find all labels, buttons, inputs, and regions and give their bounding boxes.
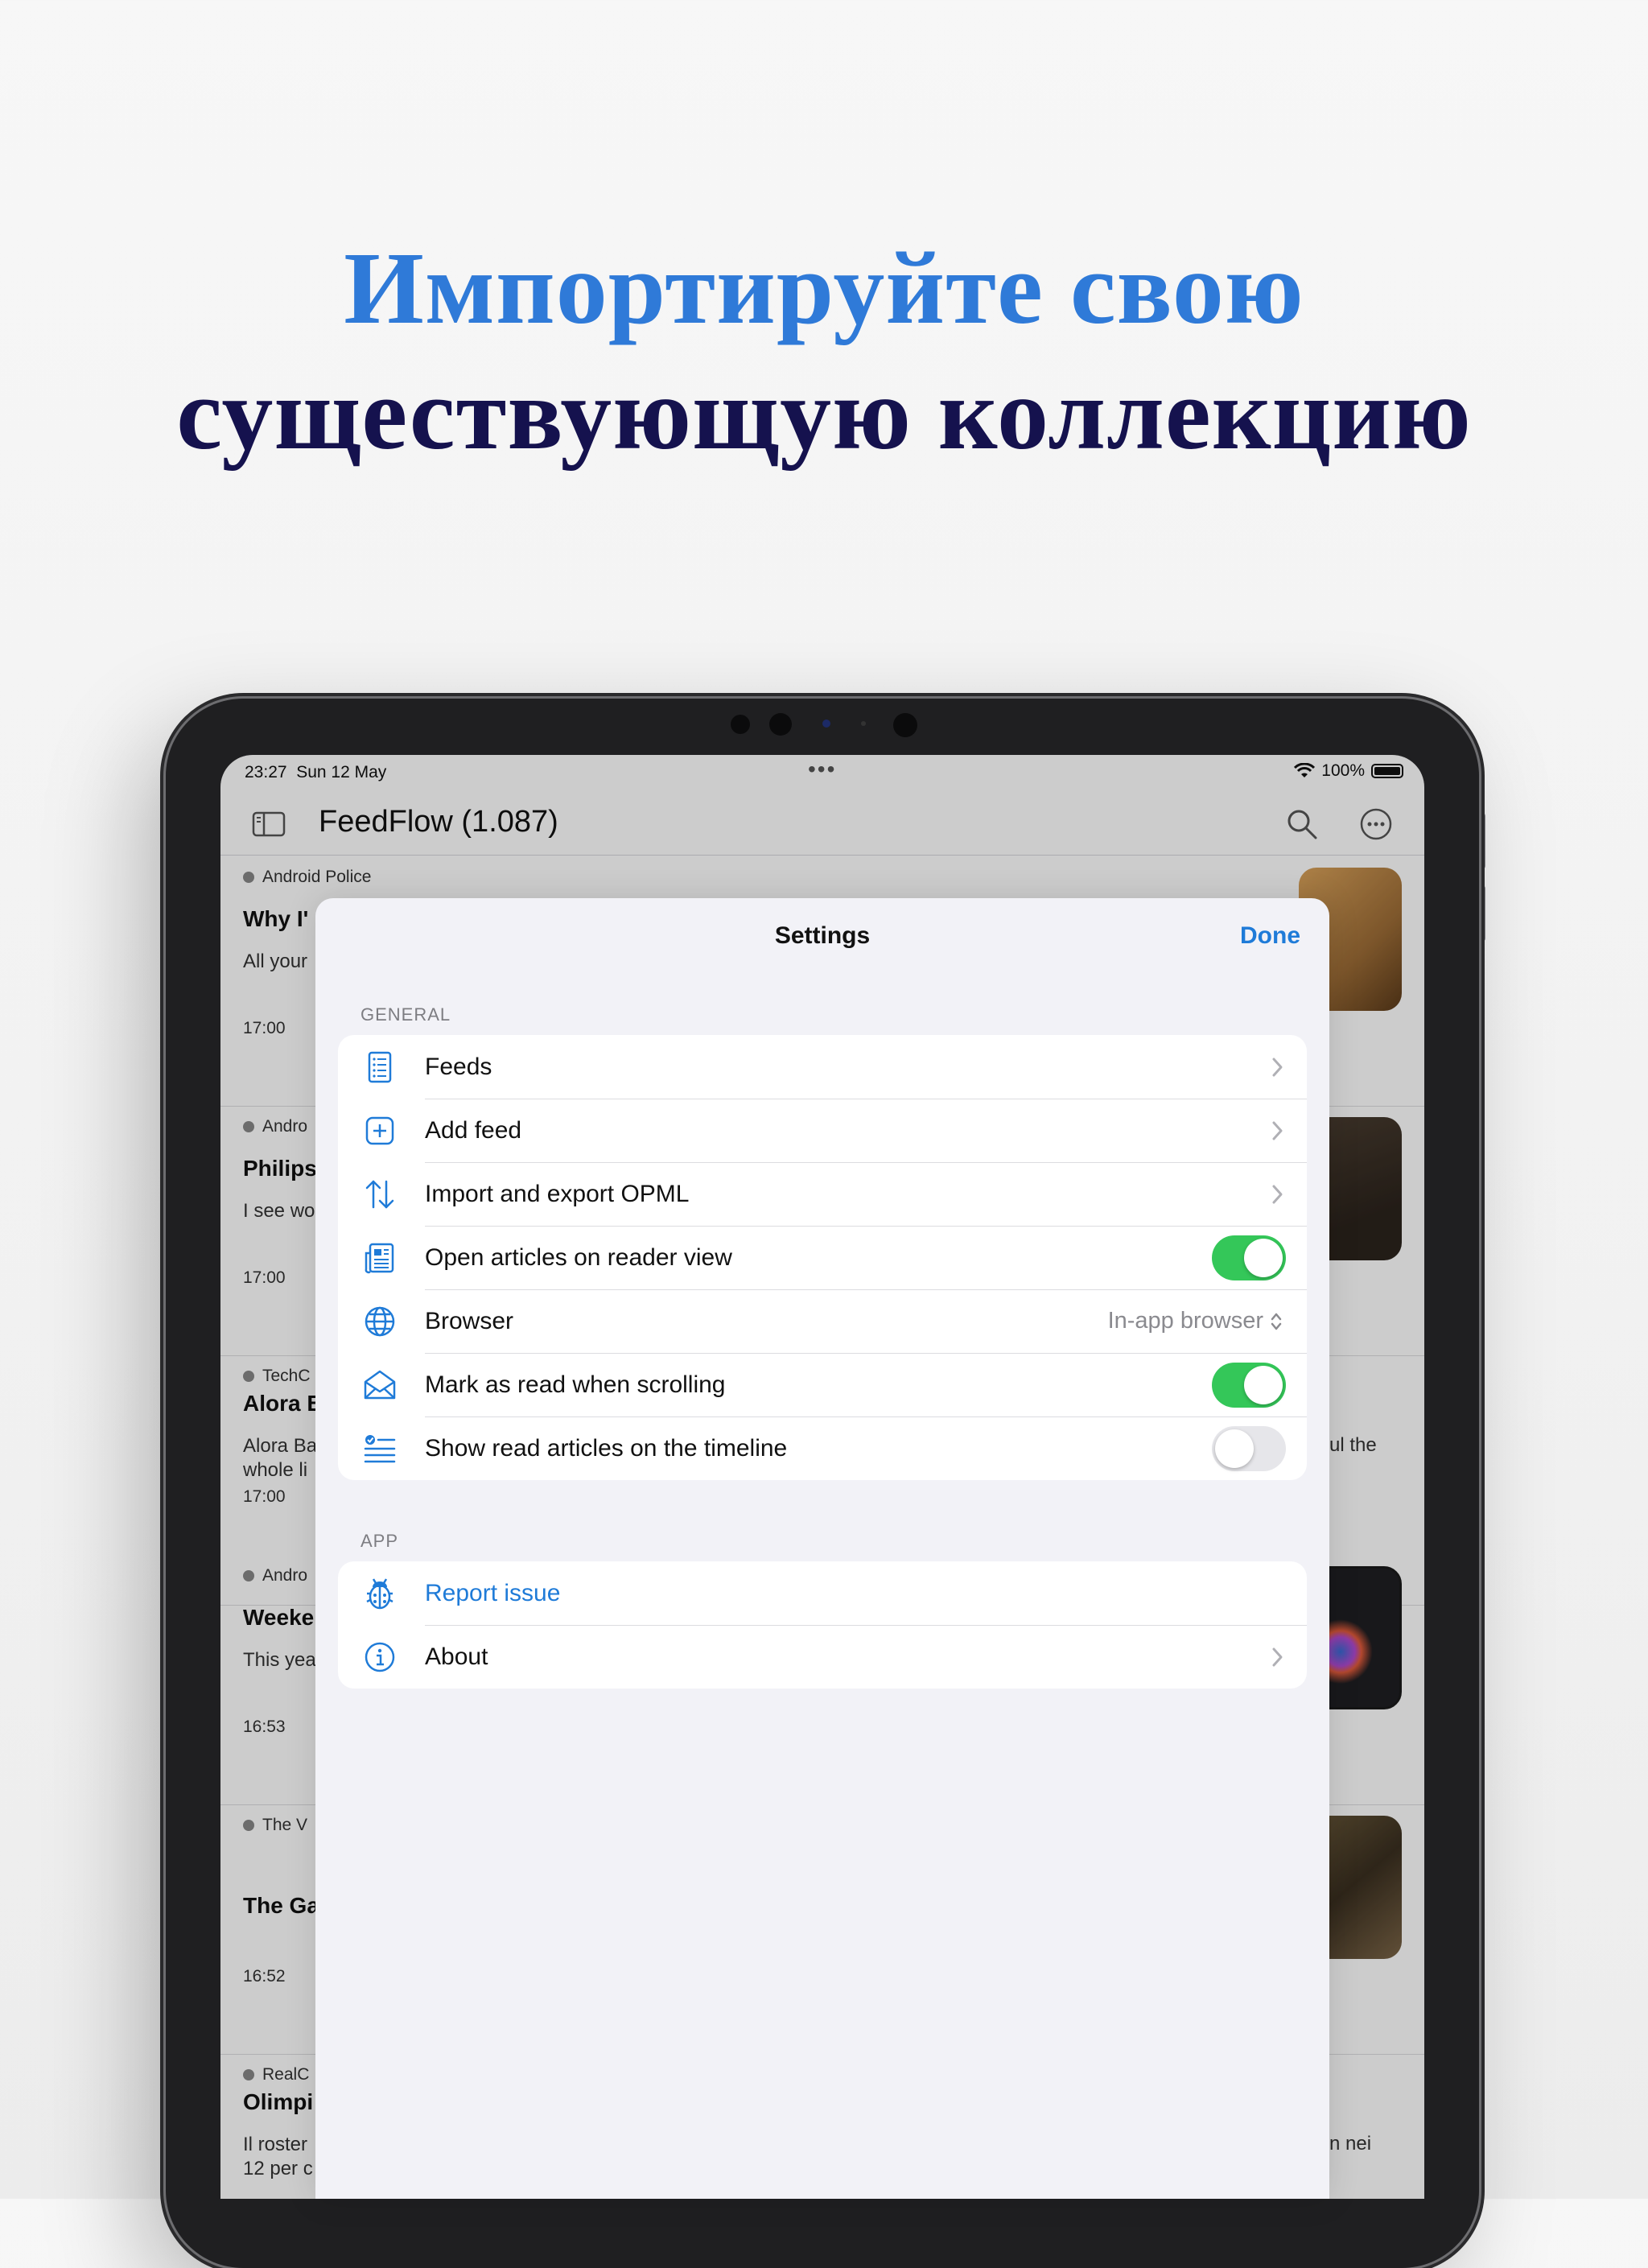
general-settings-group: Feeds Add feed Import and export OPML Op… <box>338 1035 1307 1480</box>
device-volume-down <box>1479 885 1485 942</box>
setting-mark-read-scrolling[interactable]: Mark as read when scrolling <box>338 1353 1307 1416</box>
setting-browser[interactable]: Browser In-app browser <box>338 1289 1307 1353</box>
chevron-right-icon <box>1272 1121 1283 1140</box>
feed-title: The Ga <box>243 1893 319 1918</box>
setting-feeds[interactable]: Feeds <box>338 1035 1307 1099</box>
done-button[interactable]: Done <box>1240 922 1300 950</box>
status-bar: 23:27 Sun 12 May ••• 100% <box>220 755 1424 790</box>
feed-title: Weeke <box>243 1605 315 1630</box>
setting-show-read-articles[interactable]: Show read articles on the timeline <box>338 1416 1307 1480</box>
setting-label: Browser <box>425 1307 514 1334</box>
setting-label: Add feed <box>425 1116 522 1144</box>
feed-source: Andro <box>262 1566 308 1585</box>
feed-description-tail: n nei <box>1329 2133 1372 2155</box>
app-navbar: FeedFlow (1.087) <box>220 790 1424 856</box>
browser-select-value: In-app browser <box>1107 1308 1263 1334</box>
settings-title: Settings <box>774 922 871 949</box>
toggle-knob <box>1215 1429 1254 1468</box>
setting-label: Mark as read when scrolling <box>425 1371 726 1398</box>
info-icon <box>365 1642 395 1672</box>
feed-source: Android Police <box>262 868 372 886</box>
chevron-up-down-icon <box>1271 1313 1282 1330</box>
newspaper-icon <box>365 1243 394 1274</box>
ladybug-icon <box>366 1578 393 1610</box>
checklist-icon <box>364 1435 396 1463</box>
feed-description-tail: ul the <box>1329 1434 1377 1456</box>
section-label-app: APP <box>360 1531 399 1551</box>
source-dot <box>243 1820 254 1831</box>
feed-time: 17:00 <box>243 1268 286 1287</box>
plus-square-icon <box>365 1116 394 1145</box>
setting-add-feed[interactable]: Add feed <box>338 1099 1307 1162</box>
setting-label: Report issue <box>425 1579 561 1606</box>
device-volume-up <box>1479 813 1485 869</box>
sidebar-toggle-icon[interactable] <box>251 806 286 842</box>
browser-select[interactable]: In-app browser <box>1108 1308 1283 1334</box>
source-dot <box>243 2069 254 2080</box>
toggle-knob <box>1244 1366 1283 1404</box>
envelope-open-icon <box>364 1370 396 1400</box>
wifi-icon <box>1294 763 1316 777</box>
marketing-headline: Импортируйте свою существующую коллекцию <box>0 225 1648 476</box>
search-icon[interactable] <box>1284 806 1320 842</box>
status-time: 23:27 <box>245 763 287 781</box>
battery-icon <box>1371 764 1403 778</box>
globe-icon <box>365 1306 395 1337</box>
app-settings-group: Report issue About <box>338 1561 1307 1689</box>
feed-source: TechC <box>262 1367 311 1385</box>
arrows-up-down-icon <box>365 1180 394 1209</box>
setting-label: Show read articles on the timeline <box>425 1434 788 1462</box>
source-dot <box>243 1371 254 1382</box>
list-icon <box>368 1051 392 1083</box>
status-date: Sun 12 May <box>296 763 387 781</box>
setting-reader-view[interactable]: Open articles on reader view <box>338 1226 1307 1289</box>
setting-label: About <box>425 1643 488 1670</box>
source-dot <box>243 1121 254 1132</box>
feed-title: Alora B <box>243 1391 323 1416</box>
feed-title: Why I' <box>243 906 309 931</box>
feed-source: The V <box>262 1816 308 1834</box>
chevron-right-icon <box>1272 1058 1283 1077</box>
camera-sensor <box>893 713 917 737</box>
app-title: FeedFlow (1.087) <box>319 805 558 839</box>
setting-label: Feeds <box>425 1053 492 1080</box>
feed-title: Olimpi <box>243 2089 314 2114</box>
feed-time: 16:52 <box>243 1967 286 1986</box>
more-options-icon[interactable] <box>1358 806 1394 842</box>
camera-sensor <box>769 713 792 736</box>
camera-lens <box>822 720 830 728</box>
source-dot <box>243 872 254 883</box>
feed-time: 16:53 <box>243 1717 286 1736</box>
camera-sensor <box>731 715 750 734</box>
battery-percent: 100% <box>1321 761 1365 780</box>
headline-line-1: Импортируйте свою <box>344 231 1304 345</box>
camera-dot <box>861 721 866 726</box>
headline-line-2: существующую коллекцию <box>176 357 1472 471</box>
show-read-articles-toggle[interactable] <box>1212 1426 1286 1471</box>
setting-import-export-opml[interactable]: Import and export OPML <box>338 1162 1307 1226</box>
setting-report-issue[interactable]: Report issue <box>338 1561 1307 1625</box>
source-dot <box>243 1570 254 1581</box>
toggle-knob <box>1244 1239 1283 1277</box>
feed-time: 17:00 <box>243 1487 286 1506</box>
chevron-right-icon <box>1272 1185 1283 1204</box>
reader-view-toggle[interactable] <box>1212 1235 1286 1280</box>
feed-title: Philips <box>243 1156 317 1181</box>
feed-time: 17:00 <box>243 1019 286 1037</box>
setting-about[interactable]: About <box>338 1625 1307 1689</box>
setting-label: Import and export OPML <box>425 1180 690 1207</box>
setting-label: Open articles on reader view <box>425 1243 732 1271</box>
chevron-right-icon <box>1272 1647 1283 1667</box>
multitasking-dots-icon[interactable]: ••• <box>808 757 836 782</box>
feed-source: RealC <box>262 2065 310 2084</box>
feed-source: Andro <box>262 1117 308 1136</box>
settings-sheet: Settings Done GENERAL Feeds Add feed Imp… <box>315 898 1329 2199</box>
mark-read-scrolling-toggle[interactable] <box>1212 1363 1286 1408</box>
section-label-general: GENERAL <box>360 1004 451 1025</box>
